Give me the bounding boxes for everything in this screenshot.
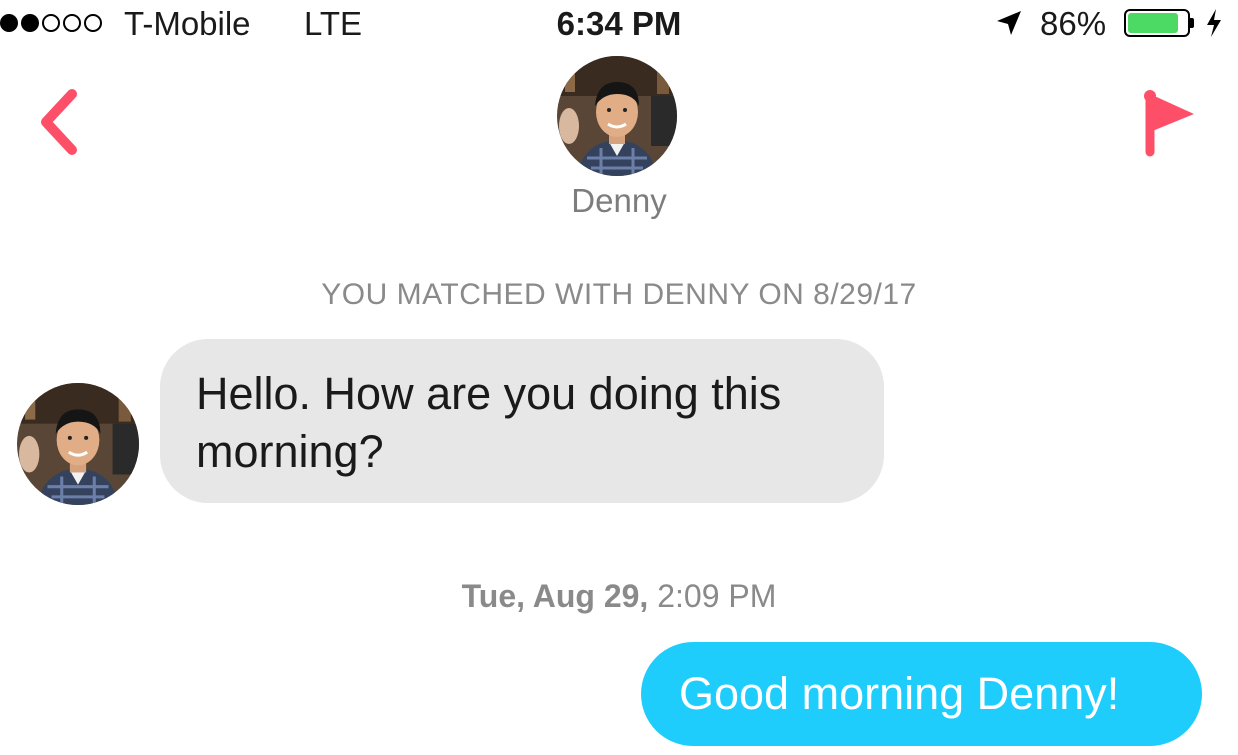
outgoing-message-bubble[interactable]: Good morning Denny! [641, 642, 1202, 746]
battery-tip [1190, 18, 1194, 28]
location-arrow-icon [997, 11, 1021, 35]
timestamp-time: 2:09 PM [657, 578, 777, 614]
match-notice: YOU MATCHED WITH DENNY ON 8/29/17 [321, 278, 917, 311]
flag-icon[interactable] [1136, 86, 1198, 158]
battery-icon [1124, 9, 1190, 37]
incoming-message-bubble[interactable]: Hello. How are you doing this morning? [160, 339, 884, 503]
sender-avatar[interactable] [17, 383, 139, 505]
chevron-left-icon[interactable] [34, 86, 84, 158]
timestamp-day: Tue, Aug 29, [461, 578, 649, 614]
contact-name[interactable]: Denny [0, 180, 1238, 222]
contact-avatar[interactable] [557, 56, 677, 176]
battery-percent: 86% [1040, 5, 1107, 42]
avatar-photo [17, 383, 139, 505]
avatar-photo [557, 56, 677, 176]
battery-level-fill [1128, 13, 1178, 33]
charging-bolt-icon [1207, 9, 1221, 37]
status-bar: T-Mobile LTE 6:34 PM 86% [0, 0, 1238, 46]
message-timestamp: Tue, Aug 29, 2:09 PM [0, 576, 1238, 616]
